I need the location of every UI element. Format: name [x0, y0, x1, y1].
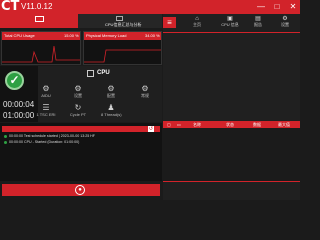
- cpu-usage-line: [2, 45, 80, 63]
- tab-home[interactable]: ⌂ 主页: [185, 16, 209, 27]
- log-header: ↺: [2, 126, 160, 132]
- tab-cpu-info-label: CPU信息汇总与分析: [105, 22, 142, 27]
- list-icon: ☰: [42, 103, 50, 112]
- app-version: V11.0.12: [21, 2, 53, 11]
- tab-cpu-info-right[interactable]: ▣ CPU 信息: [218, 16, 242, 27]
- log-line: 00:00:00 Test schedule started | 2023-00…: [4, 134, 95, 139]
- memory-load-graph: Physical Memory Load 34.00 %: [83, 31, 162, 65]
- elapsed-timer: 00:00:04: [3, 100, 35, 109]
- gear-icon: ⚙: [107, 84, 115, 93]
- tool-threads[interactable]: ♟ 8 Thread(s): [101, 103, 122, 117]
- monitor-icon: [35, 16, 44, 22]
- cpu-usage-graph-header: Total CPU Usage 15.00 %: [2, 32, 80, 40]
- app-logo: CT: [1, 0, 20, 14]
- check-icon: ✓: [9, 73, 20, 87]
- memory-load-line: [84, 49, 161, 63]
- sensor-table-body: [163, 128, 300, 182]
- cpu-usage-value: 15.00 %: [64, 33, 79, 38]
- tab-report-label: 报告: [254, 22, 262, 27]
- tab-settings-label: 设置: [281, 22, 289, 27]
- status-dot-icon: [4, 134, 7, 138]
- tool-config-label: 配置: [107, 93, 115, 98]
- table-col-name: 名称: [193, 122, 201, 127]
- monitor-icon: ▭: [177, 122, 181, 127]
- status-ok-indicator: ✓: [5, 71, 24, 90]
- clear-log-icon[interactable]: ↺: [148, 126, 154, 132]
- stop-icon: ●: [75, 185, 85, 195]
- table-col-max: 最大值: [278, 122, 290, 127]
- status-dot-icon: [4, 140, 7, 144]
- tab-cpu-info[interactable]: CPU信息汇总与分析: [78, 14, 162, 28]
- duration-timer: 01:00:00: [3, 111, 35, 120]
- tool-general-label: 常规: [141, 93, 149, 98]
- table-col-icon: ▢: [167, 122, 171, 127]
- table-col-status: 状态: [226, 122, 234, 127]
- close-button[interactable]: ✕: [288, 2, 298, 12]
- gear-icon: ⚙: [141, 84, 149, 93]
- cpu-section-title: CPU: [97, 70, 110, 76]
- tab-report[interactable]: ▤ 报告: [246, 16, 270, 27]
- user-icon: ♟: [107, 103, 115, 112]
- tab-main[interactable]: [0, 14, 78, 28]
- tool-cycle-label: Cycle PT: [69, 112, 87, 117]
- tool-aidu-label: AIDU: [41, 93, 51, 98]
- tool-aidu[interactable]: ⚙ AIDU: [36, 84, 56, 98]
- maximize-button[interactable]: □: [272, 2, 282, 12]
- minimize-button[interactable]: —: [256, 2, 266, 12]
- memory-load-graph-header: Physical Memory Load 34.00 %: [84, 32, 161, 40]
- refresh-icon: ↻: [74, 103, 82, 112]
- cpu-usage-label: Total CPU Usage: [4, 33, 35, 38]
- tool-cycle[interactable]: ↻ Cycle PT: [68, 103, 88, 117]
- tab-cpu-info-right-label: CPU 信息: [221, 22, 239, 27]
- gear-icon: ⚙: [74, 84, 82, 93]
- tool-config[interactable]: ⚙ 配置: [101, 84, 121, 98]
- tool-tsc-label: 1 TSC ERI: [36, 112, 56, 117]
- tab-settings[interactable]: ⚙ 设置: [273, 16, 297, 27]
- start-stop-button[interactable]: ●: [2, 184, 160, 196]
- grid-icon: [116, 16, 123, 21]
- sensor-table-header: ▢ ▭ 名称 状态 数据 最大值: [163, 121, 300, 128]
- memory-load-value: 34.00 %: [145, 33, 160, 38]
- table-col-data: 数据: [253, 122, 261, 127]
- menu-button[interactable]: ≡: [163, 17, 176, 28]
- memory-load-label: Physical Memory Load: [86, 33, 127, 38]
- menu-icon: ≡: [167, 18, 172, 27]
- tool-threads-label: 8 Thread(s): [101, 112, 122, 117]
- gear-icon: ⚙: [42, 84, 50, 93]
- tool-settings[interactable]: ⚙ 设置: [68, 84, 88, 98]
- right-divider: [163, 32, 300, 33]
- tool-settings-label: 设置: [74, 93, 82, 98]
- tab-home-label: 主页: [193, 22, 201, 27]
- log-line: 00:00:00 CPU - Started (Duration: 01:00:…: [4, 140, 79, 145]
- tool-tsc[interactable]: ☰ 1 TSC ERI: [36, 103, 56, 117]
- cpu-chip-icon: [87, 70, 94, 77]
- tool-general[interactable]: ⚙ 常规: [135, 84, 155, 98]
- cpu-usage-graph: Total CPU Usage 15.00 %: [1, 31, 81, 65]
